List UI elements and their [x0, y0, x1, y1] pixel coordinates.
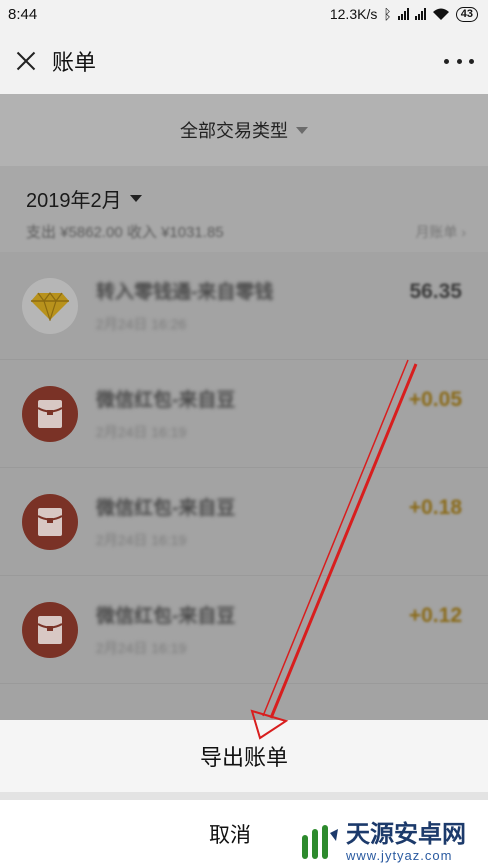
signal-icon: [397, 8, 409, 20]
status-icons: 12.3K/s ᛒ 43: [330, 6, 478, 22]
wifi-icon: [432, 8, 449, 20]
transaction-time: 2月24日 16:19: [96, 640, 187, 656]
watermark-url: www.jytyaz.com: [346, 847, 453, 863]
transaction-title: 微信红包-来自豆: [96, 390, 236, 411]
transaction-amount: +0.18: [408, 496, 462, 519]
filter-label: 全部交易类型: [180, 121, 288, 141]
transaction-time: 2月24日 16:19: [96, 424, 187, 440]
bill-list-overlay[interactable]: 全部交易类型 2019年2月 支出 ¥5862.00 收入 ¥1031.85 月…: [0, 94, 488, 720]
chevron-down-icon: [129, 195, 142, 202]
diamond-icon: [22, 277, 78, 334]
transaction-text: 微信红包-来自豆 2月24日 16:19: [96, 601, 235, 658]
watermark-name: 天源安卓网: [346, 820, 466, 848]
android-logo-icon: [302, 825, 338, 859]
transaction-text: 转入零钱通-来自零钱 2月24日 16:26: [96, 277, 273, 334]
bluetooth-icon: ᛒ: [383, 6, 392, 22]
status-bar: 8:44 12.3K/s ᛒ 43: [0, 0, 488, 28]
title-bar: 账单: [0, 28, 488, 94]
export-bill-button[interactable]: 导出账单: [0, 720, 488, 792]
transaction-time: 2月24日 16:19: [96, 532, 187, 548]
red-packet-icon: [22, 493, 78, 550]
month-selector[interactable]: 2019年2月: [26, 184, 462, 213]
transaction-type-filter[interactable]: 全部交易类型: [0, 94, 488, 166]
transaction-row[interactable]: 微信红包-来自豆 2月24日 16:19 +0.18: [0, 468, 488, 576]
transaction-title: 转入零钱通-来自零钱: [96, 282, 274, 303]
transaction-row[interactable]: 微信红包-来自豆 2月24日 16:19 +0.12: [0, 576, 488, 684]
cancel-label: 取消: [209, 824, 251, 847]
status-time: 8:44: [8, 5, 38, 23]
transaction-row[interactable]: 微信红包-来自豆 2月24日 16:19 +0.05: [0, 360, 488, 468]
more-icon[interactable]: [444, 49, 474, 73]
sheet-divider: [0, 792, 488, 800]
chevron-down-icon: [296, 126, 308, 134]
month-summary-text: 支出 ¥5862.00 收入 ¥1031.85: [26, 224, 224, 241]
transaction-amount: +0.12: [408, 604, 462, 627]
transaction-text: 微信红包-来自豆 2月24日 16:19: [96, 385, 235, 442]
transaction-title: 微信红包-来自豆: [96, 606, 236, 627]
red-packet-icon: [22, 601, 78, 658]
signal-icon-2: [414, 8, 426, 20]
transaction-row[interactable]: 转入零钱通-来自零钱 2月24日 16:26 56.35: [0, 252, 488, 360]
transaction-title: 微信红包-来自豆: [96, 498, 236, 519]
transaction-text: 微信红包-来自豆 2月24日 16:19: [96, 493, 235, 550]
monthly-bill-link[interactable]: 月账单 ›: [415, 222, 466, 242]
site-watermark: 天源安卓网 www.jytyaz.com: [298, 818, 484, 866]
network-speed: 12.3K/s: [329, 6, 378, 22]
red-packet-icon: [22, 385, 78, 442]
transaction-amount: 56.35: [409, 280, 462, 303]
transaction-amount: +0.05: [408, 388, 462, 411]
month-header: 2019年2月 支出 ¥5862.00 收入 ¥1031.85 月账单 ›: [0, 166, 488, 252]
month-label: 2019年2月: [26, 190, 122, 212]
month-summary: 支出 ¥5862.00 收入 ¥1031.85: [26, 221, 462, 242]
close-icon[interactable]: [14, 49, 38, 73]
page-title: 账单: [52, 50, 97, 75]
battery-icon: 43: [455, 6, 478, 22]
transaction-time: 2月24日 16:26: [96, 316, 187, 332]
